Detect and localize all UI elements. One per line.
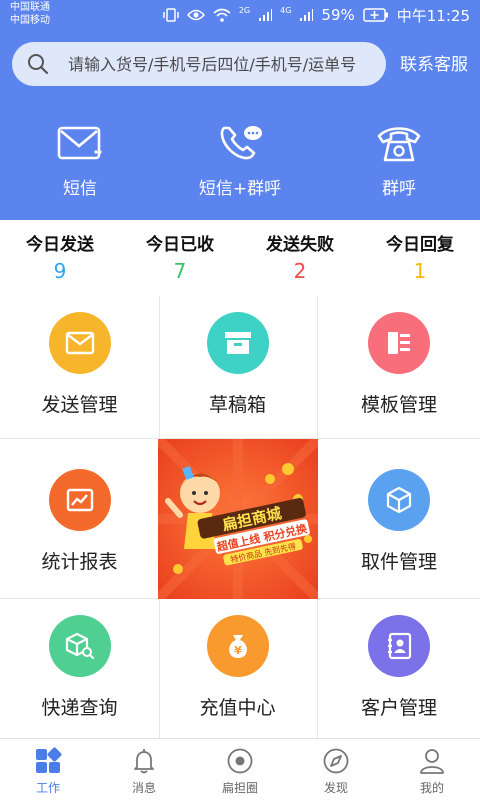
- sms-label: 短信: [63, 179, 97, 199]
- signal-icon-2: [300, 9, 314, 21]
- template-icon: [368, 312, 430, 374]
- search-icon: [28, 54, 49, 75]
- statistics-report-label: 统计报表: [41, 551, 118, 573]
- recharge-center-tile[interactable]: ¥ 充值中心: [158, 599, 318, 739]
- battery-icon: [363, 8, 388, 22]
- template-management-label: 模板管理: [360, 394, 437, 416]
- drafts-label: 草稿箱: [208, 394, 266, 416]
- stat-value: 7: [173, 259, 187, 283]
- carrier-info: 中国联通 中国移动: [10, 1, 50, 27]
- function-grid: 发送管理 草稿箱 模板管理 统计报表 扁担商城 超值上线 积分兑换 特价商品 先…: [0, 296, 480, 739]
- apps-grid-icon: [36, 747, 62, 773]
- eye-icon: [186, 9, 205, 21]
- svg-text:¥: ¥: [234, 644, 242, 657]
- network-2-label: 4G: [280, 5, 292, 15]
- telephone-icon: [377, 127, 421, 162]
- stat-label: 今日已收: [146, 235, 214, 255]
- stat-value: 1: [413, 259, 427, 283]
- archive-box-icon: [206, 312, 269, 374]
- signal-icon: [259, 9, 273, 21]
- send-management-tile[interactable]: 发送管理: [0, 296, 160, 439]
- contact-service-button[interactable]: 联系客服: [400, 50, 468, 75]
- stat-replied-today[interactable]: 今日回复 1: [360, 230, 480, 283]
- pickup-management-label: 取件管理: [360, 551, 437, 573]
- package-icon: [368, 469, 430, 531]
- group-call-label: 群呼: [382, 179, 416, 199]
- bell-icon: [134, 749, 154, 774]
- bottom-tab-bar: 工作 消息 扁担圈 发现 我的: [0, 738, 480, 800]
- vibrate-icon: [163, 8, 179, 22]
- mail-icon: [48, 312, 111, 374]
- pickup-management-tile[interactable]: 取件管理: [318, 439, 480, 599]
- stat-label: 今日发送: [26, 235, 94, 255]
- stat-label: 发送失败: [266, 235, 334, 255]
- customer-management-label: 客户管理: [360, 697, 437, 719]
- sms-button[interactable]: 短信: [5, 122, 155, 199]
- clock: 中午11:25: [396, 6, 470, 25]
- statistics-report-tile[interactable]: 统计报表: [0, 439, 160, 599]
- status-icons: 2G 4G 59% 中午11:25: [163, 5, 470, 25]
- group-call-button[interactable]: 群呼: [324, 122, 474, 199]
- phone-chat-icon: [220, 126, 262, 160]
- tab-label: 发现: [323, 781, 348, 795]
- express-query-tile[interactable]: 快递查询: [0, 599, 160, 739]
- template-management-tile[interactable]: 模板管理: [318, 296, 480, 439]
- parcel-search-icon: [48, 615, 111, 677]
- express-query-label: 快递查询: [41, 697, 118, 719]
- stat-value: 2: [293, 259, 307, 283]
- tab-biandan-circle[interactable]: 扁担圈: [192, 739, 288, 800]
- chart-icon: [48, 469, 111, 531]
- carrier-1: 中国联通: [10, 2, 50, 13]
- search-input[interactable]: [68, 54, 368, 74]
- tab-work[interactable]: 工作: [0, 739, 96, 800]
- tab-discover[interactable]: 发现: [288, 739, 384, 800]
- daily-stats: 今日发送 9 今日已收 7 发送失败 2 今日回复 1: [0, 230, 480, 292]
- contacts-icon: [368, 615, 430, 677]
- stat-send-failed[interactable]: 发送失败 2: [240, 230, 360, 283]
- search-bar[interactable]: [12, 42, 386, 86]
- quick-actions: 短信 短信+群呼 群呼: [0, 122, 480, 202]
- compass-icon: [323, 748, 349, 774]
- tab-label: 工作: [35, 781, 60, 795]
- money-bag-icon: ¥: [206, 615, 269, 677]
- envelope-icon: [57, 126, 102, 160]
- header: 中国联通 中国移动 2G 4G 59% 中午11:25 联系客服: [0, 0, 480, 220]
- circle-dot-icon: [227, 748, 253, 774]
- drafts-tile[interactable]: 草稿箱: [158, 296, 318, 439]
- send-management-label: 发送管理: [41, 394, 118, 416]
- wifi-icon: [213, 8, 231, 22]
- tab-label: 我的: [419, 781, 444, 795]
- network-1-label: 2G: [238, 5, 251, 15]
- status-bar: 中国联通 中国移动 2G 4G 59% 中午11:25: [0, 0, 480, 32]
- tab-label: 消息: [131, 781, 156, 795]
- stat-label: 今日回复: [386, 235, 454, 255]
- stat-value: 9: [53, 259, 67, 283]
- tab-label: 扁担圈: [221, 781, 258, 795]
- promo-banner[interactable]: 扁担商城 超值上线 积分兑换 特价商品 先到先得: [158, 439, 318, 599]
- stat-received-today[interactable]: 今日已收 7: [120, 230, 240, 283]
- tab-mine[interactable]: 我的: [384, 739, 480, 800]
- sms-group-call-button[interactable]: 短信+群呼: [165, 122, 315, 199]
- person-icon: [420, 749, 444, 774]
- tab-messages[interactable]: 消息: [96, 739, 192, 800]
- app-screen: 中国联通 中国移动 2G 4G 59% 中午11:25 联系客服: [0, 0, 480, 800]
- promo-illustration: 扁担商城 超值上线 积分兑换 特价商品 先到先得: [158, 439, 318, 599]
- customer-management-tile[interactable]: 客户管理: [318, 599, 480, 739]
- recharge-center-label: 充值中心: [199, 697, 276, 719]
- sms-group-call-label: 短信+群呼: [198, 179, 282, 199]
- stat-sent-today[interactable]: 今日发送 9: [0, 230, 120, 283]
- battery-percent: 59%: [321, 6, 355, 24]
- carrier-2: 中国移动: [10, 15, 50, 26]
